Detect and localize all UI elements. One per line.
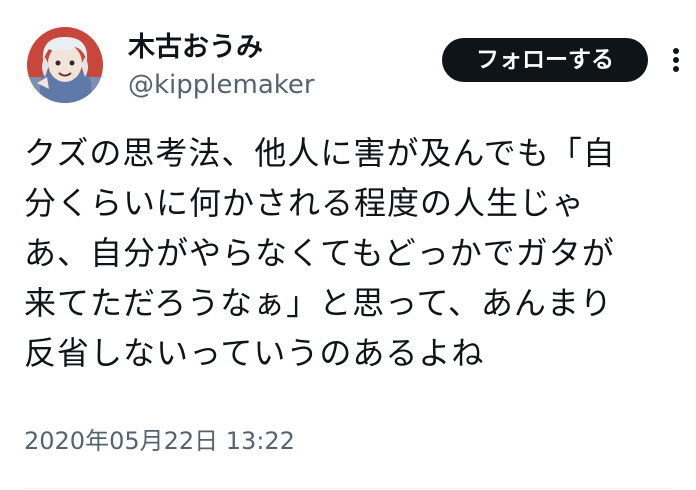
author-display-name[interactable]: 木古おうみ [128,30,263,66]
tweet-text-line: 反省しないっていうのあるよね [24,334,485,372]
more-dot [673,66,679,72]
follow-button[interactable]: フォローする [442,38,648,82]
tweet-text-line: 分くらいに何かされる程度の人生じゃ [24,184,586,222]
tweet-text: クズの思考法、他人に害が及んでも「自 分くらいに何かされる程度の人生じゃ あ、自… [24,128,674,378]
anime-character-avatar-icon [27,27,103,103]
more-vertical-icon[interactable] [666,42,686,78]
tweet-timestamp[interactable]: 2020年05月22日 13:22 [24,424,295,458]
divider [24,488,672,489]
tweet-text-line: 来てただろうなぁ」と思って、あんまり [24,284,613,322]
author-avatar[interactable] [27,27,103,103]
tweet-text-line: クズの思考法、他人に害が及んでも「自 [24,134,616,172]
author-handle[interactable]: @kipplemaker [128,68,315,102]
tweet-header: 木古おうみ @kipplemaker フォローする [0,0,696,110]
more-dot [673,57,679,63]
more-dot [673,48,679,54]
tweet-text-line: あ、自分がやらなくてもどっかでガタが [24,234,615,272]
